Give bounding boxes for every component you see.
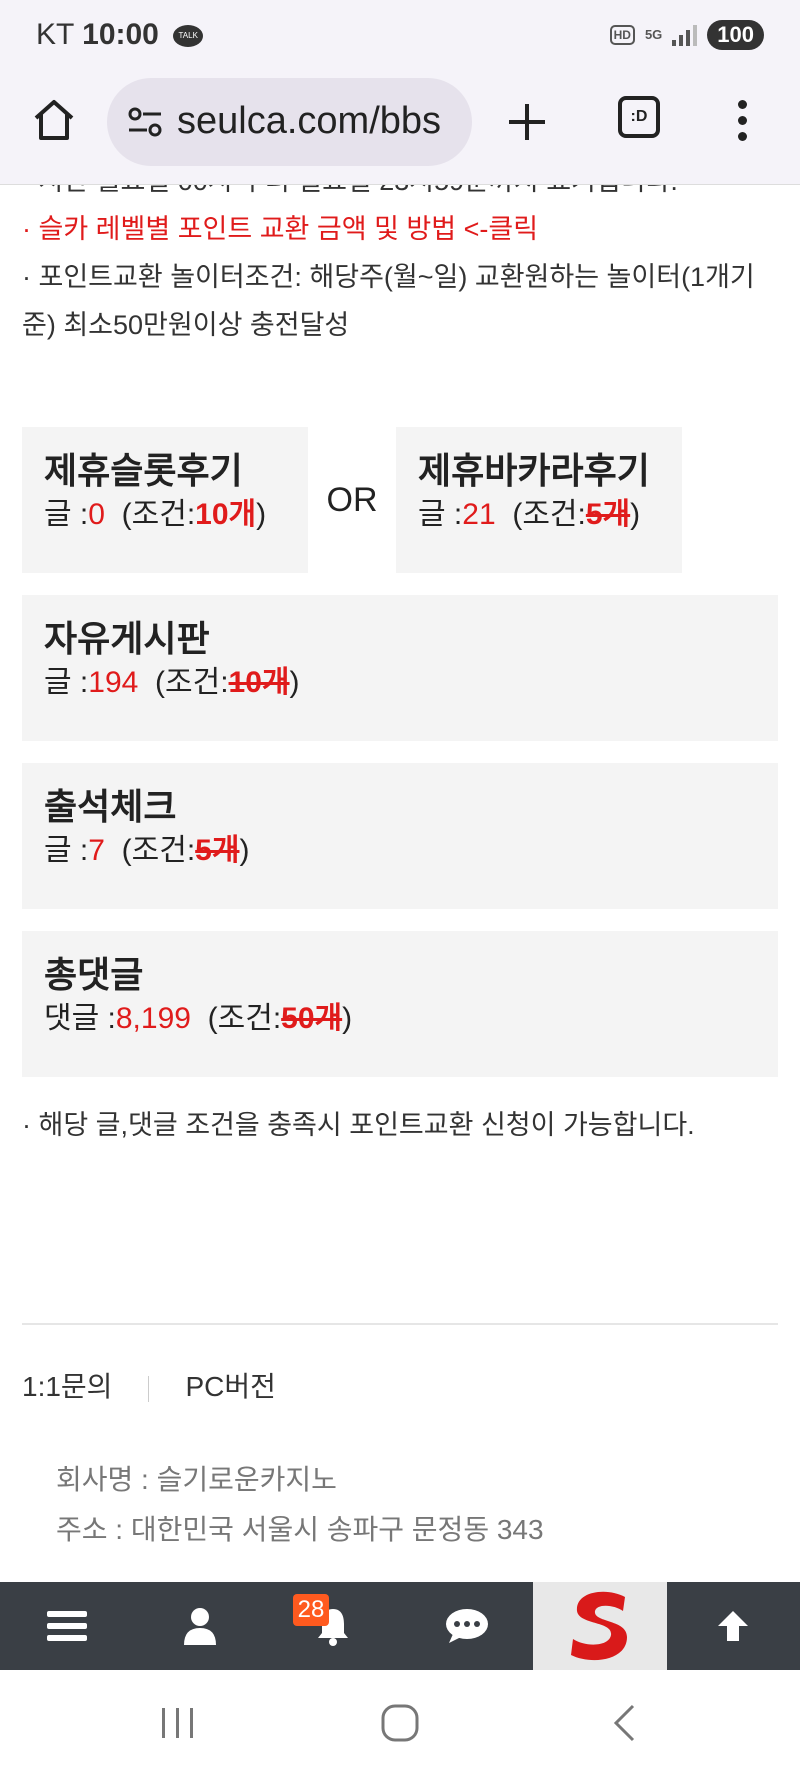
signal-icon: [672, 24, 698, 46]
more-menu-icon[interactable]: [736, 100, 748, 142]
site-settings-icon[interactable]: [127, 106, 163, 138]
url-bar[interactable]: seulca.com/bbs: [107, 78, 472, 166]
post-label: 글 :: [44, 834, 89, 867]
cond-open: (조건:: [207, 1002, 282, 1035]
nav-site-logo[interactable]: [533, 1582, 667, 1670]
clock: 10:00: [82, 18, 159, 51]
cond-open: (조건:: [121, 498, 196, 531]
board-card-baccarat-review: 제휴바카라후기 글 :21 (조건:5개): [396, 427, 682, 573]
board-stats: 글 :0 (조건:10개): [44, 493, 286, 537]
status-left: KT 10:00 TALK: [36, 18, 204, 52]
post-count: 21: [462, 498, 496, 531]
company-address: 주소 : 대한민국 서울시 송파구 문정동 343: [56, 1514, 544, 1545]
chat-bubble-icon: [445, 1609, 488, 1643]
browser-toolbar: seulca.com/bbs :D: [0, 72, 800, 185]
board-card-slot-review: 제휴슬롯후기 글 :0 (조건:10개): [22, 427, 308, 573]
home-icon[interactable]: [30, 96, 78, 144]
note-condition: · 포인트교환 놀이터조건: 해당주(월~일) 교환원하는 놀이터(1개기준) …: [22, 262, 755, 340]
cond-open: (조건:: [512, 498, 586, 531]
cond-open: (조건:: [155, 666, 229, 699]
recent-apps-icon[interactable]: [160, 1706, 196, 1740]
required-count: 10개: [228, 666, 290, 699]
cond-close: ): [630, 498, 641, 531]
board-stats: 글 :194 (조건:10개): [44, 661, 756, 705]
cond-open: (조건:: [121, 834, 196, 867]
point-exchange-link[interactable]: · 슬카 레벨별 포인트 교환 금액 및 방법 <-클릭: [22, 205, 778, 253]
board-title: 제휴슬롯후기: [44, 450, 243, 491]
required-count: 5개: [585, 498, 631, 531]
url-text: seulca.com/bbs: [177, 100, 442, 142]
board-stats: 글 :21 (조건:5개): [418, 493, 660, 537]
back-icon[interactable]: [612, 1704, 636, 1742]
note-period: · 시간 월요일 00시 부터 일요일 23시59분까지 표기됩니다.: [22, 185, 778, 205]
comment-count: 8,199: [115, 1002, 191, 1035]
nav-chat-button[interactable]: [400, 1582, 533, 1670]
cond-close: ): [239, 834, 250, 867]
post-label: 글 :: [418, 498, 463, 531]
company-name: 회사명 : 슬기로운카지노: [56, 1464, 337, 1495]
required-count: 50개: [281, 1002, 343, 1035]
required-count: 10개: [195, 498, 257, 531]
post-count: 194: [88, 666, 139, 699]
board-card-free: 자유게시판 글 :194 (조건:10개): [22, 595, 778, 741]
status-right: HD 5G 100: [609, 20, 764, 50]
post-count: 7: [88, 834, 105, 867]
notification-badge: 28: [292, 1594, 330, 1626]
affiliate-review-row: 제휴슬롯후기 글 :0 (조건:10개) OR 제휴바카라후기 글 :21 (조…: [22, 427, 778, 573]
nav-profile-button[interactable]: [133, 1582, 266, 1670]
link-separator: [148, 1375, 150, 1402]
bottom-nav: 28: [0, 1582, 800, 1670]
inquiry-link[interactable]: 1:1문의: [22, 1371, 112, 1402]
eligibility-note: · 해당 글,댓글 조건을 충족시 포인트교환 신청이 가능합니다.: [22, 1110, 695, 1140]
cond-close: ): [256, 498, 267, 531]
arrow-up-icon: [718, 1611, 749, 1641]
board-stats: 댓글 :8,199 (조건:50개): [44, 997, 756, 1041]
board-card-comments: 총댓글 댓글 :8,199 (조건:50개): [22, 931, 778, 1077]
system-nav-bar: [0, 1670, 800, 1778]
comment-label: 댓글 :: [44, 1002, 116, 1035]
board-title: 출석체크: [44, 786, 177, 827]
nav-notifications-button[interactable]: 28: [267, 1582, 400, 1670]
board-title: 제휴바카라후기: [418, 450, 650, 491]
carrier: KT: [36, 18, 74, 51]
hd-icon: HD: [609, 25, 635, 45]
status-bar: KT 10:00 TALK HD 5G 100: [0, 0, 800, 72]
home-button-icon[interactable]: [381, 1704, 419, 1742]
cond-close: ): [289, 666, 300, 699]
user-icon: [183, 1608, 216, 1645]
board-title: 자유게시판: [44, 618, 210, 659]
footer-links: 1:1문의 PC버전: [22, 1365, 276, 1405]
tab-switcher-button[interactable]: :D: [618, 96, 660, 138]
main-content: · 시간 월요일 00시 부터 일요일 23시59분까지 표기됩니다. · 슬카…: [22, 185, 778, 1545]
battery-icon: 100: [707, 20, 764, 50]
post-label: 글 :: [44, 498, 89, 531]
nav-menu-button[interactable]: [0, 1582, 133, 1670]
hamburger-icon: [46, 1611, 87, 1641]
or-label: OR: [326, 481, 378, 519]
pc-version-link[interactable]: PC버전: [185, 1371, 275, 1402]
network-5g-icon: 5G: [644, 27, 663, 42]
required-count: 5개: [195, 834, 240, 867]
post-label: 글 :: [44, 666, 89, 699]
board-stats: 글 :7 (조건:5개): [44, 829, 756, 873]
company-info: 회사명 : 슬기로운카지노 주소 : 대한민국 서울시 송파구 문정동 343: [56, 1455, 544, 1555]
clipped-note: · 시간 월요일 00시 부터 일요일 23시59분까지 표기됩니다.: [22, 185, 778, 205]
post-count: 0: [88, 498, 105, 531]
site-logo-icon: [570, 1591, 627, 1661]
board-title: 총댓글: [44, 954, 144, 995]
kakaotalk-icon: TALK: [173, 25, 204, 48]
footer-divider: [22, 1323, 778, 1325]
nav-scroll-top-button[interactable]: [667, 1582, 800, 1670]
cond-close: ): [342, 1002, 353, 1035]
new-tab-icon[interactable]: [505, 100, 549, 144]
board-card-attendance: 출석체크 글 :7 (조건:5개): [22, 763, 778, 909]
